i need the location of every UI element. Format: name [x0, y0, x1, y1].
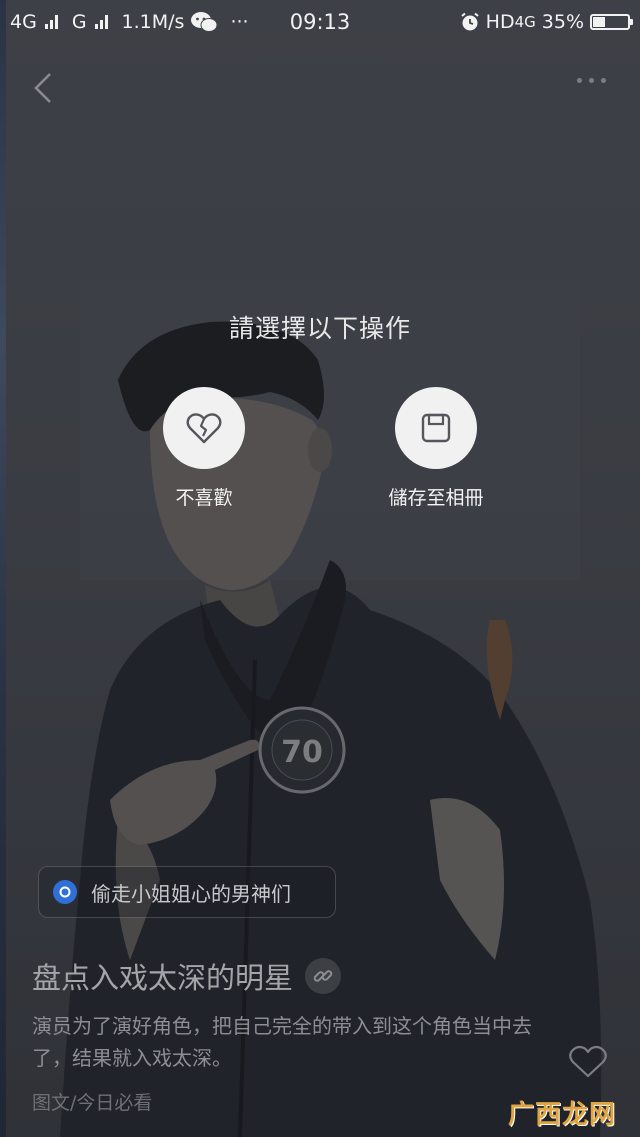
article-source: 图文/今日必看: [32, 1092, 153, 1114]
network-type-2: G: [71, 11, 87, 33]
battery-icon: [590, 14, 633, 30]
article-title: 盘点入戏太深的明星: [32, 955, 342, 997]
topic-chip[interactable]: 偷走小姐姐心的男神们: [38, 866, 336, 918]
network-speed: 1.1M/s: [121, 11, 185, 33]
save-icon: [421, 413, 451, 443]
clock: 09:13: [289, 10, 351, 34]
article-description: 演员为了演好角色，把自己完全的带入到这个角色当中去了，结果就入戏太深。: [32, 1014, 532, 1070]
alarm-icon: [461, 12, 479, 31]
article-title-text: 盘点入戏太深的明星: [32, 961, 294, 995]
like-heart-icon[interactable]: [568, 1044, 608, 1080]
battery-percent: 35%: [541, 11, 584, 33]
back-icon[interactable]: [28, 68, 58, 108]
dislike-button[interactable]: [163, 387, 245, 469]
dislike-label: 不喜歡: [175, 487, 233, 509]
save-button[interactable]: [395, 387, 477, 469]
action-sheet-title: 請選擇以下操作: [228, 314, 411, 343]
save-label: 儲存至相冊: [388, 487, 484, 509]
network-type-3: 4G: [514, 13, 536, 31]
wechat-icon: [191, 12, 218, 32]
save-to-album-action[interactable]: 儲存至相冊: [356, 387, 516, 510]
hd-indicator: HD: [485, 11, 515, 33]
watermark: 广西龙网: [508, 1100, 617, 1130]
link-icon[interactable]: [305, 958, 342, 994]
network-type-1: 4G: [10, 11, 37, 33]
more-notifications: ···: [230, 11, 249, 33]
more-options-icon[interactable]: [577, 78, 606, 83]
signal-icon-2: [94, 15, 108, 29]
topic-text: 偷走小姐姐心的男神们: [91, 881, 291, 906]
broken-heart-icon: [186, 413, 222, 444]
signal-icon-1: [44, 15, 58, 29]
dislike-action[interactable]: 不喜歡: [124, 387, 284, 510]
status-bar: 4G G 1.1M/s ··· 09:13 HD 4G 35%: [0, 0, 640, 44]
topic-icon: [53, 880, 77, 904]
